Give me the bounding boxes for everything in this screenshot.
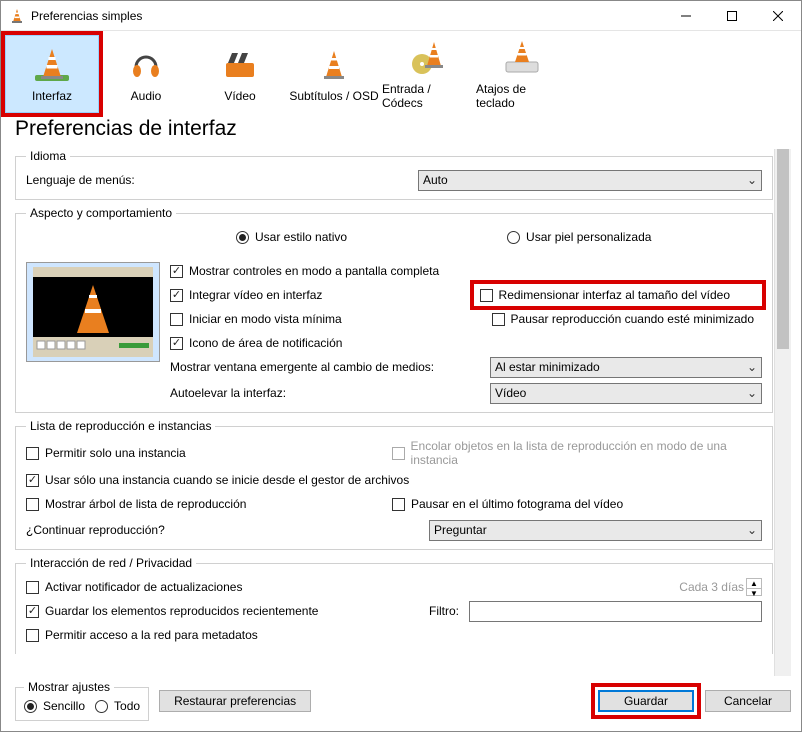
checkbox-update-notifier[interactable]: Activar notificador de actualizaciones [26,577,242,597]
label-media-change-popup: Mostrar ventana emergente al cambio de m… [170,360,490,374]
titlebar-controls [663,1,801,30]
checkbox-one-instance-fm[interactable]: Usar sólo una instancia cuando se inicie… [26,470,409,490]
app-icon [9,8,25,24]
checkbox-save-recent[interactable]: Guardar los elementos reproducidos recie… [26,601,419,621]
checkbox-icon [170,337,183,350]
scrollbar[interactable] [774,149,791,676]
label-menu-language: Lenguaje de menús: [26,173,418,187]
tab-input-codecs[interactable]: Entrada / Códecs [381,35,475,113]
select-autoraise[interactable]: Vídeo [490,383,762,404]
tab-hotkeys[interactable]: Atajos de teclado [475,35,569,113]
scrollbar-thumb[interactable] [777,149,789,349]
cone-icon [32,45,72,85]
checkbox-pause-minimized[interactable]: Pausar reproducción cuando esté minimiza… [492,309,762,329]
tab-label: Interfaz [32,89,72,103]
tab-video[interactable]: Vídeo [193,35,287,113]
scroll-area: Idioma Lenguaje de menús: Auto Aspecto y… [15,149,791,676]
checkbox-fullscreen-controls[interactable]: Mostrar controles en modo a pantalla com… [170,261,439,281]
radio-icon [507,231,520,244]
checkbox-playlist-tree[interactable]: Mostrar árbol de lista de reproducción [26,494,246,514]
checkbox-icon [170,313,183,326]
tab-interfaz[interactable]: Interfaz [5,35,99,113]
checkbox-icon [480,289,493,302]
tab-label: Entrada / Códecs [382,82,474,110]
preferences-window: Preferencias simples Interfaz Audio Víde… [0,0,802,732]
checkbox-icon [170,289,183,302]
radio-icon [236,231,249,244]
tab-subtitles[interactable]: Subtítulos / OSD [287,35,381,113]
titlebar: Preferencias simples [1,1,801,31]
radio-icon [24,700,37,713]
checkbox-icon [392,447,405,460]
footer: Mostrar ajustes Sencillo Todo Restaurar … [1,676,801,731]
window-title: Preferencias simples [31,9,663,23]
radio-native-style[interactable]: Usar estilo nativo [236,227,347,247]
spin-up-icon: ▲ [747,579,761,589]
checkbox-one-instance[interactable]: Permitir solo una instancia [26,443,186,463]
tab-label: Vídeo [224,89,255,103]
legend-playlist: Lista de reproducción e instancias [26,419,215,433]
checkbox-enqueue-one-instance: Encolar objetos en la lista de reproducc… [392,439,762,467]
group-playlist: Lista de reproducción e instancias Permi… [15,419,773,550]
category-tabs: Interfaz Audio Vídeo Subtítulos / OSD En… [1,31,801,113]
select-continue-playback[interactable]: Preguntar [429,520,762,541]
label-continue-playback: ¿Continuar reproducción? [26,523,429,537]
group-privacy: Interacción de red / Privacidad Activar … [15,556,773,654]
headphones-icon [126,45,166,85]
tab-audio[interactable]: Audio [99,35,193,113]
select-menu-language[interactable]: Auto [418,170,762,191]
checkbox-icon [492,313,505,326]
checkbox-icon [26,581,39,594]
legend-show-settings: Mostrar ajustes [24,680,114,694]
cancel-button[interactable]: Cancelar [705,690,791,712]
checkbox-tray-icon[interactable]: Icono de área de notificación [170,333,342,353]
group-aspecto: Aspecto y comportamiento Usar estilo nat… [15,206,773,413]
cone-keyboard-icon [502,38,542,78]
select-media-change-popup[interactable]: Al estar minimizado [490,357,762,378]
input-filter[interactable] [469,601,762,622]
reset-preferences-button[interactable]: Restaurar preferencias [159,690,311,712]
checkbox-icon [170,265,183,278]
checkbox-icon [26,447,39,460]
page-title: Preferencias de interfaz [15,117,791,141]
legend-aspecto: Aspecto y comportamiento [26,206,176,220]
checkbox-icon [26,474,39,487]
minimize-button[interactable] [663,1,709,30]
tab-label: Audio [131,89,162,103]
radio-custom-skin[interactable]: Usar piel personalizada [507,227,651,247]
spin-update-days[interactable]: Cada 3 días ▲ ▼ [679,578,762,596]
checkbox-resize-to-video[interactable]: Redimensionar interfaz al tamaño del víd… [474,284,762,306]
checkbox-embed-video[interactable]: Integrar vídeo en interfaz [170,285,322,305]
preview-image [26,262,160,362]
checkbox-icon [26,629,39,642]
tab-label: Atajos de teclado [476,82,568,110]
label-filter: Filtro: [429,604,459,618]
radio-all[interactable]: Todo [95,696,140,716]
checkbox-metadata-network[interactable]: Permitir acceso a la red para metadatos [26,625,258,645]
main-content: Preferencias de interfaz Idioma Lenguaje… [1,113,801,676]
cone-disc-icon [408,38,448,78]
cone-small-icon [314,45,354,85]
maximize-button[interactable] [709,1,755,30]
radio-simple[interactable]: Sencillo [24,696,85,716]
checkbox-icon [26,498,39,511]
group-idioma: Idioma Lenguaje de menús: Auto [15,149,773,200]
save-button[interactable]: Guardar [598,690,694,712]
checkbox-pause-last-frame[interactable]: Pausar en el último fotograma del vídeo [392,494,762,514]
spin-down-icon: ▼ [747,589,761,598]
checkbox-icon [26,605,39,618]
close-button[interactable] [755,1,801,30]
legend-idioma: Idioma [26,149,70,163]
radio-icon [95,700,108,713]
group-show-settings: Mostrar ajustes Sencillo Todo [15,680,149,721]
legend-privacy: Interacción de red / Privacidad [26,556,196,570]
checkbox-start-minimal[interactable]: Iniciar en modo vista mínima [170,309,342,329]
tab-label: Subtítulos / OSD [289,89,378,103]
checkbox-icon [392,498,405,511]
film-icon [220,45,260,85]
label-autoraise: Autoelevar la interfaz: [170,386,490,400]
